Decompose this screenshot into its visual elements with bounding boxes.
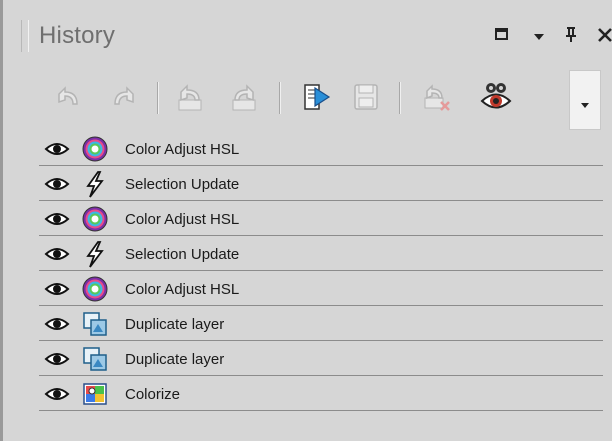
eye-icon[interactable]: [43, 172, 71, 196]
duplicate-layer-icon: [81, 345, 109, 373]
redo-selected-icon[interactable]: [227, 80, 261, 114]
list-item-label: Color Adjust HSL: [125, 281, 240, 298]
color-wheel-icon: [81, 135, 109, 163]
eye-icon[interactable]: [43, 277, 71, 301]
list-item[interactable]: Selection Update: [39, 168, 603, 201]
toolbar-overflow-button[interactable]: [569, 70, 601, 130]
list-item-label: Selection Update: [125, 176, 240, 193]
list-item[interactable]: Colorize: [39, 378, 603, 411]
list-item[interactable]: Color Adjust HSL: [39, 203, 603, 236]
color-wheel-icon: [81, 205, 109, 233]
clear-history-icon[interactable]: [419, 80, 453, 114]
list-item[interactable]: Duplicate layer: [39, 343, 603, 376]
eye-icon[interactable]: [43, 137, 71, 161]
list-item-label: Color Adjust HSL: [125, 211, 240, 228]
panel-title: History: [39, 22, 116, 49]
run-script-icon[interactable]: [299, 80, 333, 114]
list-item-label: Duplicate layer: [125, 316, 225, 333]
list-item[interactable]: Duplicate layer: [39, 308, 603, 341]
drag-grip[interactable]: [21, 20, 29, 52]
list-item-label: Color Adjust HSL: [125, 141, 240, 158]
list-item[interactable]: Color Adjust HSL: [39, 273, 603, 306]
color-wheel-icon: [81, 275, 109, 303]
history-toolbar: [45, 76, 612, 120]
duplicate-layer-icon: [81, 310, 109, 338]
eye-icon[interactable]: [43, 312, 71, 336]
list-item[interactable]: Selection Update: [39, 238, 603, 271]
lightning-icon: [81, 170, 109, 198]
lightning-icon: [81, 240, 109, 268]
pin-icon[interactable]: [561, 24, 581, 46]
history-list: Color Adjust HSL Selection Update Color …: [39, 133, 603, 413]
undo-icon[interactable]: [51, 80, 85, 114]
list-item[interactable]: Color Adjust HSL: [39, 133, 603, 166]
eye-icon[interactable]: [43, 382, 71, 406]
panel-menu-icon[interactable]: [531, 24, 547, 46]
eye-icon[interactable]: [43, 347, 71, 371]
list-item-label: Selection Update: [125, 246, 240, 263]
history-panel: History Color Adjust HSL Selection Updat…: [0, 0, 612, 441]
close-icon[interactable]: [595, 24, 612, 46]
eye-icon[interactable]: [43, 207, 71, 231]
undo-selected-icon[interactable]: [173, 80, 207, 114]
maximize-icon[interactable]: [493, 24, 513, 46]
eye-icon[interactable]: [43, 242, 71, 266]
redo-icon[interactable]: [107, 80, 141, 114]
list-item-label: Colorize: [125, 386, 181, 403]
save-script-icon[interactable]: [349, 80, 383, 114]
colorize-icon: [81, 380, 109, 408]
chevron-down-icon: [581, 103, 589, 108]
panel-titlebar[interactable]: History: [17, 14, 612, 56]
view-toggle-icon[interactable]: [479, 80, 513, 114]
list-item-label: Duplicate layer: [125, 351, 225, 368]
